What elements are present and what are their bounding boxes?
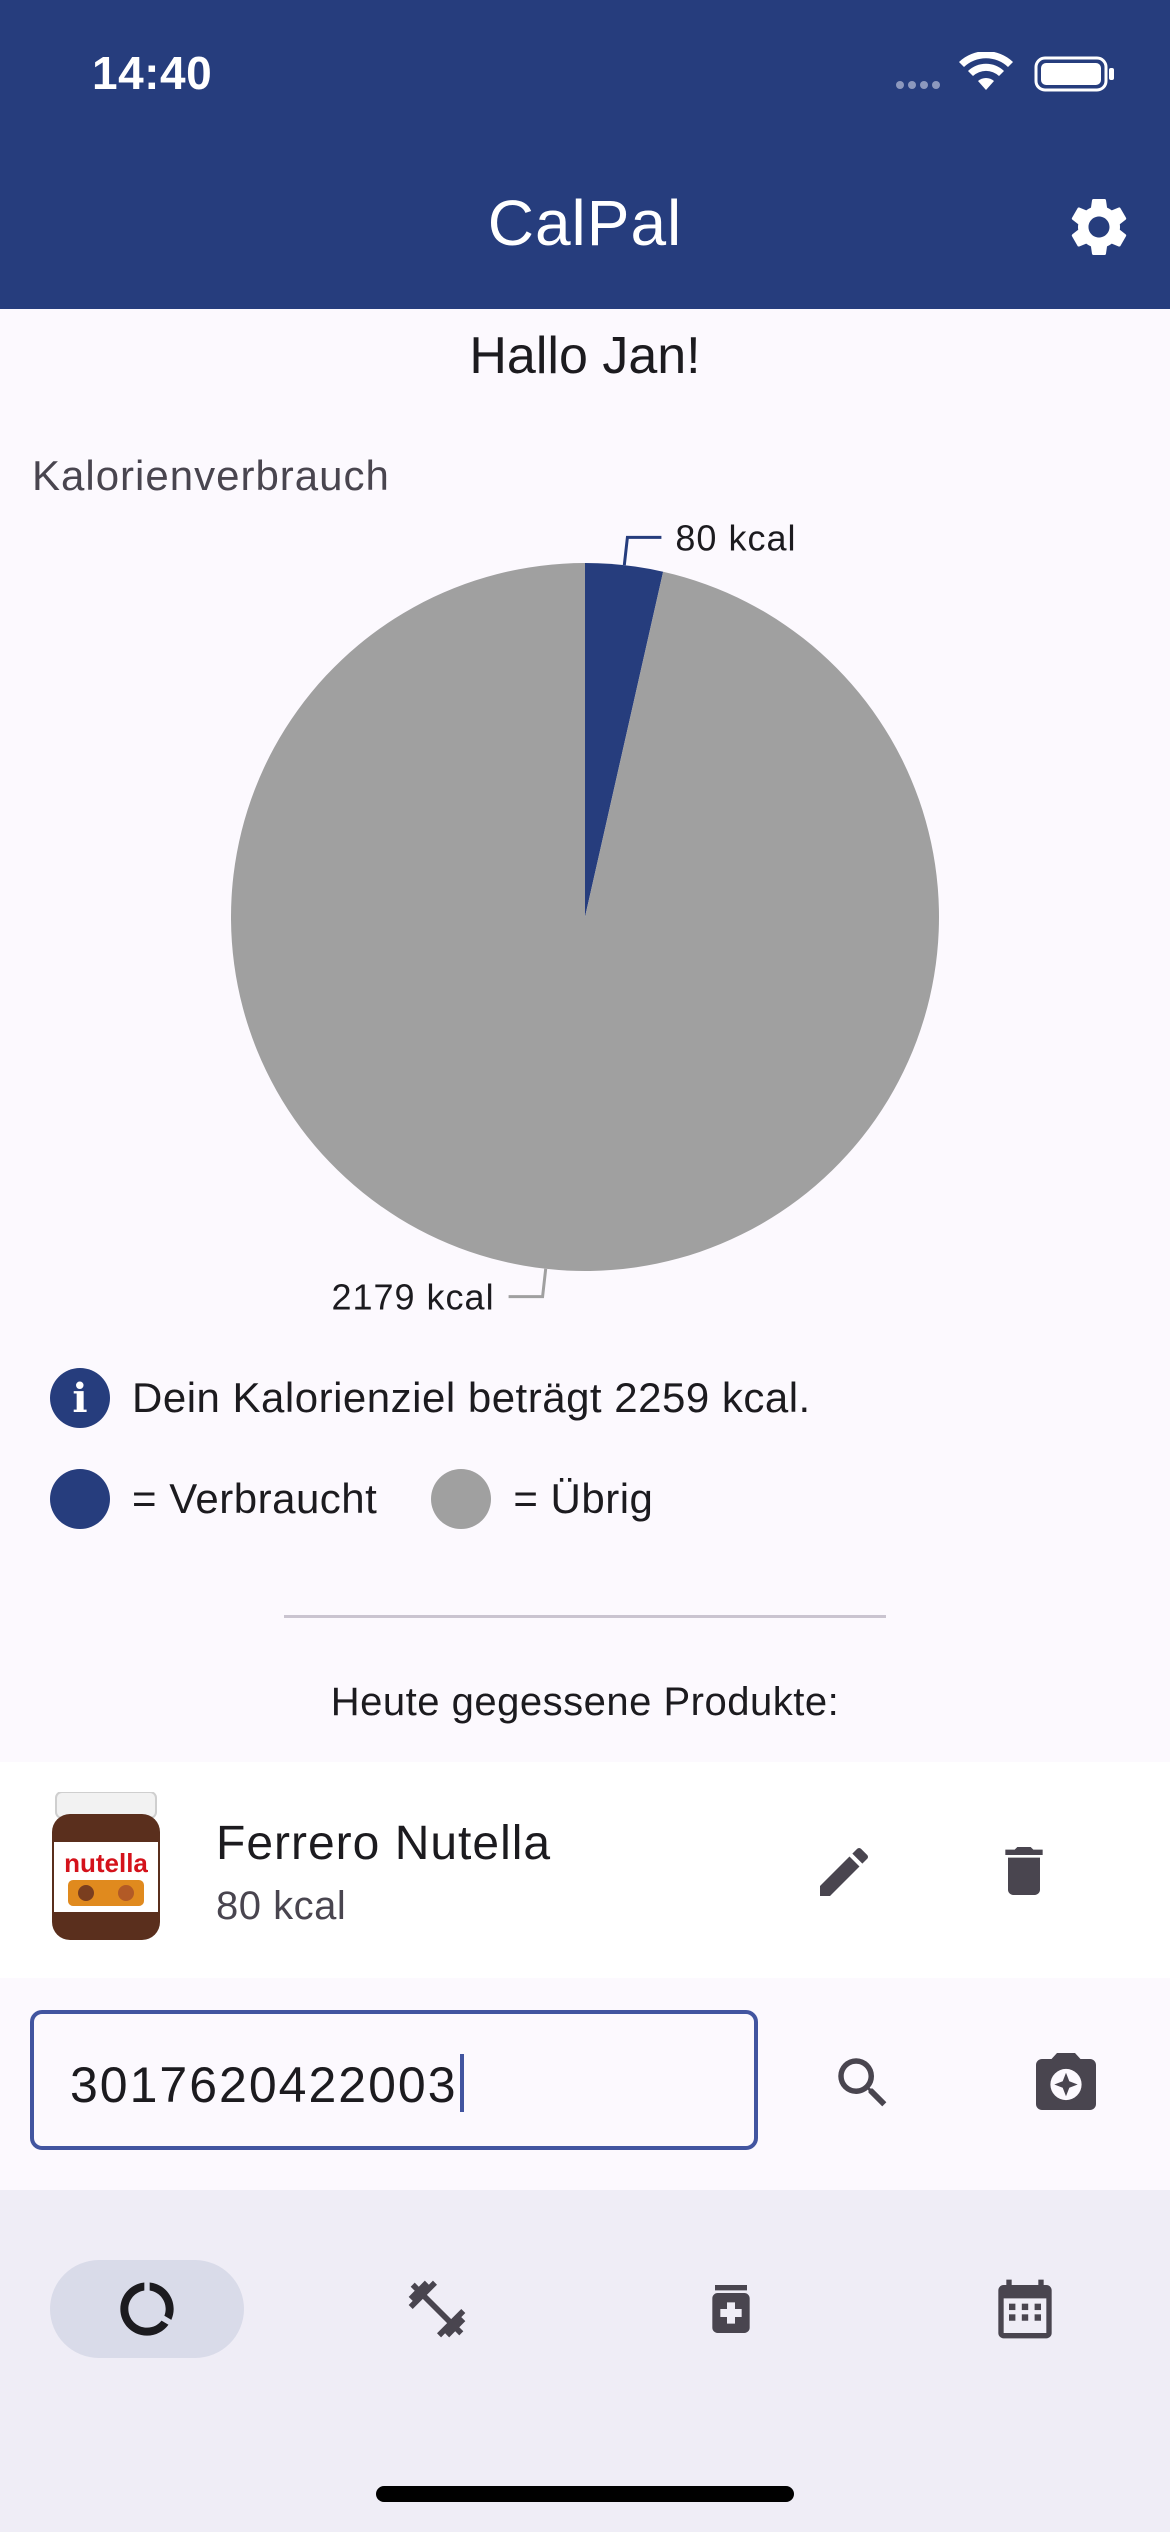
legend-consumed-label: = Verbraucht xyxy=(132,1475,378,1522)
donut-chart-icon xyxy=(120,2282,174,2336)
search-button[interactable] xyxy=(830,2050,896,2116)
delete-product-button[interactable] xyxy=(992,1838,1056,1904)
legend-consumed-dot xyxy=(50,1469,110,1529)
eaten-products-title: Heute gegessene Produkte: xyxy=(330,1680,840,1724)
gear-icon xyxy=(1071,198,1127,255)
pencil-icon xyxy=(820,1847,869,1896)
chart-title: Kalorienverbrauch xyxy=(32,452,390,499)
product-image-logo: nutella xyxy=(64,1848,148,1878)
nav-item-workouts[interactable] xyxy=(340,2260,534,2358)
search-icon xyxy=(838,2058,887,2107)
product-image: nutella xyxy=(46,1792,166,1942)
legend-remaining-label: = Übrig xyxy=(513,1475,654,1522)
product-kcal: 80 kcal xyxy=(216,1884,347,1928)
medication-icon xyxy=(712,2285,750,2333)
battery-icon xyxy=(1034,56,1114,92)
app-bar: 14:40 CalPal xyxy=(0,0,1170,309)
edit-product-button[interactable] xyxy=(812,1840,876,1904)
bottom-navigation xyxy=(0,2190,1170,2532)
trash-icon xyxy=(1005,1847,1043,1895)
nav-item-medication[interactable] xyxy=(634,2260,828,2358)
pie-data-label: 80 kcal xyxy=(675,517,796,558)
pie-leader-line xyxy=(508,1268,548,1299)
product-name: Ferrero Nutella xyxy=(216,1817,552,1870)
calendar-icon xyxy=(998,2279,1052,2339)
info-icon: i xyxy=(50,1368,110,1428)
pie-data-label: 2179 kcal xyxy=(331,1277,494,1318)
camera-icon xyxy=(1036,2053,1096,2110)
greeting-text: Hallo Jan! xyxy=(469,327,701,385)
product-list-item[interactable]: nutella Ferrero Nutella 80 kcal xyxy=(0,1762,1170,1978)
home-indicator xyxy=(376,2486,794,2502)
legend-remaining-dot xyxy=(431,1469,492,1529)
wifi-icon xyxy=(959,52,1013,90)
goal-info-text: Dein Kalorienziel beträgt 2259 kcal. xyxy=(132,1374,811,1421)
cellular-signal-icon xyxy=(896,81,940,89)
status-icons xyxy=(890,52,1120,96)
barcode-input[interactable]: 3017620422003 xyxy=(30,2010,758,2150)
nav-item-overview[interactable] xyxy=(50,2260,244,2358)
scan-camera-button[interactable] xyxy=(1030,2050,1102,2116)
goal-info: i Dein Kalorienziel beträgt 2259 kcal. xyxy=(50,1367,811,1429)
pie-leader-line xyxy=(622,535,662,566)
dumbbell-icon xyxy=(408,2280,466,2338)
calorie-pie-chart: 80 kcal 2179 kcal xyxy=(231,517,940,1318)
status-time: 14:40 xyxy=(92,47,213,99)
text-caret xyxy=(459,2054,464,2112)
barcode-input-value[interactable]: 3017620422003 xyxy=(70,2054,464,2114)
divider xyxy=(284,1615,886,1618)
legend: = Verbraucht = Übrig xyxy=(50,1468,653,1530)
settings-button[interactable] xyxy=(1064,192,1134,262)
app-title: CalPal xyxy=(487,187,683,259)
nav-item-calendar[interactable] xyxy=(928,2260,1122,2358)
